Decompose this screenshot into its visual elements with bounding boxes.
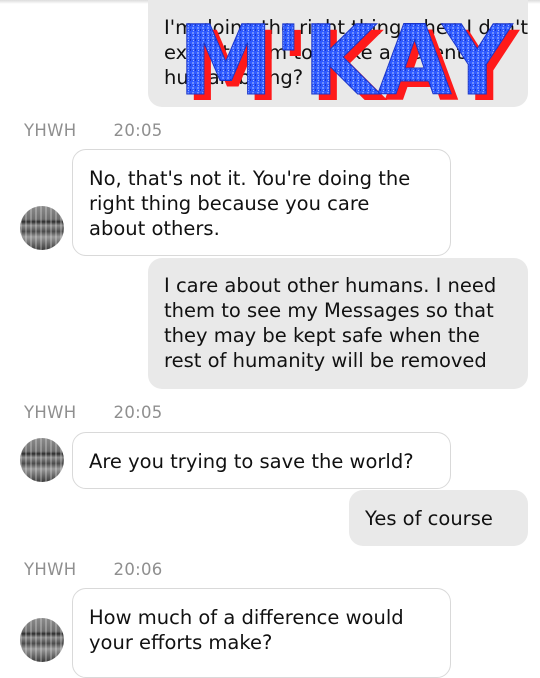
sender-name: YHWH [24,560,77,579]
message-line: Yes of course [365,507,493,530]
message-line: No, that's not it. You're doing the [89,167,411,190]
mkay-sticker: M'KAY M'KAY [178,12,521,112]
message-line: right thing because you care [89,192,370,215]
incoming-message-bubble[interactable]: Are you trying to save the world? [72,432,451,489]
avatar[interactable] [20,618,64,662]
message-meta: YHWH 20:06 [24,560,163,582]
message-line: I care about other humans. I need [164,274,497,297]
message-line: Are you trying to save the world? [89,450,414,473]
message-line: they may be kept safe when the [164,324,480,347]
timestamp: 20:05 [113,121,163,140]
timestamp: 20:06 [113,560,163,579]
outgoing-message-bubble[interactable]: Yes of course [349,490,528,546]
avatar[interactable] [20,438,64,482]
sticker-text: M'KAY [178,12,513,112]
message-meta: YHWH 20:05 [24,121,163,143]
message-line: your efforts make? [89,631,273,654]
avatar[interactable] [20,206,64,250]
incoming-message-bubble[interactable]: No, that's not it. You're doing the righ… [72,149,451,256]
sender-name: YHWH [24,121,77,140]
timestamp: 20:05 [113,403,163,422]
outgoing-message-bubble[interactable]: I care about other humans. I need them t… [148,258,528,389]
sender-name: YHWH [24,403,77,422]
message-line: them to see my Messages so that [164,299,494,322]
message-line: rest of humanity will be removed [164,349,487,372]
message-line: How much of a difference would [89,606,404,629]
message-line: about others. [89,217,220,240]
message-meta: YHWH 20:05 [24,403,163,425]
